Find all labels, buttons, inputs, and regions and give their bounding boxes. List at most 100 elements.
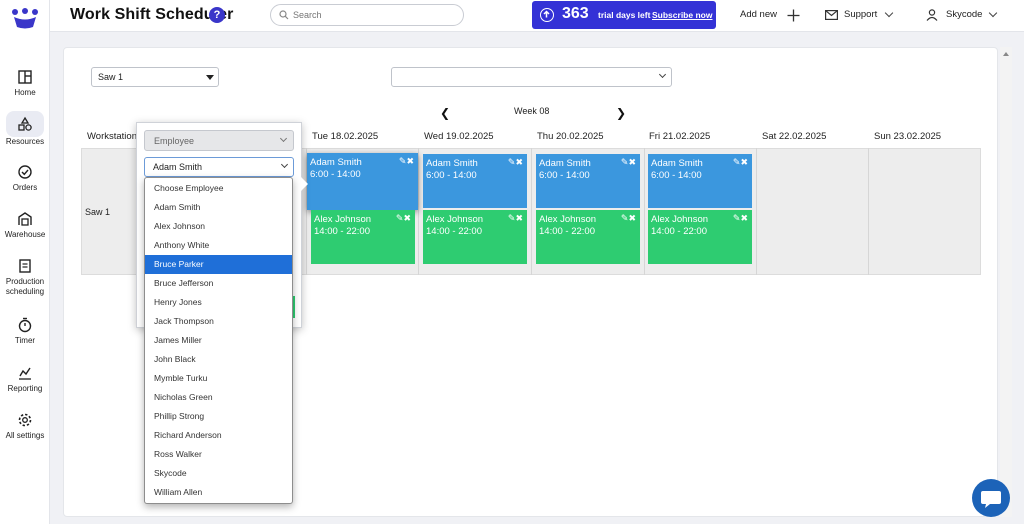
check-circle-icon — [18, 165, 32, 179]
dropdown-option[interactable]: Alex Johnson — [145, 217, 292, 236]
topbar: Work Shift Scheduler ? 363 trial days le… — [50, 0, 1024, 32]
document-icon — [19, 259, 31, 273]
edit-delete-icon[interactable]: ✎✖ — [396, 213, 411, 224]
grid-divider — [756, 148, 757, 275]
shift-card[interactable]: Alex Johnson 14:00 - 22:00 ✎✖ — [423, 210, 527, 264]
trial-banner[interactable]: 363 trial days left Subscribe now — [532, 1, 716, 29]
trial-days-text: trial days left — [598, 10, 651, 20]
scrollbar[interactable] — [1000, 47, 1012, 517]
sidebar-item-reporting[interactable]: Reporting — [0, 362, 50, 394]
column-header-day: Wed 19.02.2025 — [424, 131, 494, 142]
chevron-down-icon[interactable] — [988, 8, 998, 18]
dropdown-option-highlighted[interactable]: Bruce Parker — [145, 255, 292, 274]
search-icon — [279, 10, 289, 20]
grid-divider — [418, 148, 419, 275]
sidebar-item-home[interactable]: Home — [0, 66, 50, 98]
next-week-button[interactable]: ❯ — [616, 106, 626, 120]
employee-select[interactable]: Adam Smith — [144, 157, 294, 177]
support-menu[interactable]: Support — [844, 9, 877, 20]
sidebar-item-label: Resources — [5, 137, 45, 146]
edit-delete-icon[interactable]: ✎✖ — [733, 213, 748, 224]
chat-button[interactable] — [972, 479, 1010, 517]
resource-type-select[interactable]: Employee — [144, 130, 294, 151]
sidebar-item-label: Timer — [14, 336, 36, 345]
employee-dropdown: Choose Employee Adam Smith Alex Johnson … — [144, 177, 293, 504]
dropdown-option[interactable]: Adam Smith — [145, 198, 292, 217]
shift-time: 14:00 - 22:00 — [539, 226, 595, 237]
shift-time: 14:00 - 22:00 — [426, 226, 482, 237]
trial-days-count: 363 — [562, 5, 589, 22]
dropdown-option[interactable]: Nicholas Green — [145, 388, 292, 407]
scroll-up-icon[interactable] — [1003, 52, 1009, 56]
edit-delete-icon[interactable]: ✎✖ — [733, 157, 748, 168]
shift-card[interactable]: Alex Johnson 14:00 - 22:00 ✎✖ — [311, 210, 415, 264]
prev-week-button[interactable]: ❮ — [440, 106, 450, 120]
sidebar-item-warehouse[interactable]: Warehouse — [0, 208, 50, 240]
shift-time: 14:00 - 22:00 — [314, 226, 370, 237]
dropdown-option[interactable]: Henry Jones — [145, 293, 292, 312]
search-input[interactable] — [293, 8, 453, 22]
dropdown-option[interactable]: Mymble Turku — [145, 369, 292, 388]
employee-select-value: Adam Smith — [153, 162, 203, 172]
column-header-day: Sun 23.02.2025 — [874, 131, 942, 142]
sidebar-item-timer[interactable]: Timer — [0, 314, 50, 346]
edit-delete-icon[interactable]: ✎✖ — [621, 213, 636, 224]
sidebar-item-label: All settings — [5, 431, 45, 440]
shift-time: 6:00 - 14:00 — [539, 170, 590, 181]
dropdown-option[interactable]: John Black — [145, 350, 292, 369]
resources-icon — [18, 116, 32, 131]
dropdown-option[interactable]: Choose Employee — [145, 179, 292, 198]
shift-card[interactable]: Adam Smith 6:00 - 14:00 ✎✖ — [536, 154, 640, 208]
caret-down-icon — [206, 75, 214, 80]
chevron-down-icon — [658, 70, 667, 79]
edit-delete-icon[interactable]: ✎✖ — [621, 157, 636, 168]
column-header-day: Fri 21.02.2025 — [649, 131, 711, 142]
sidebar-item-all-settings[interactable]: All settings — [0, 409, 50, 441]
sidebar-item-label: Home — [14, 88, 36, 97]
column-header-day: Sat 22.02.2025 — [762, 131, 827, 142]
app-logo-icon[interactable] — [11, 8, 39, 30]
timer-icon — [18, 317, 32, 333]
edit-delete-icon[interactable]: ✎✖ — [508, 157, 523, 168]
sidebar-item-production-scheduling[interactable]: Production scheduling — [0, 255, 50, 297]
subscribe-link[interactable]: Subscribe now — [652, 10, 712, 20]
user-menu[interactable]: Skycode — [946, 9, 982, 20]
dropdown-option[interactable]: William Allen — [145, 483, 292, 502]
sidebar-item-orders[interactable]: Orders — [0, 161, 50, 193]
week-label: Week 08 — [514, 106, 550, 116]
add-new-button[interactable]: Add new — [740, 9, 777, 20]
shift-card[interactable]: Alex Johnson 14:00 - 22:00 ✎✖ — [648, 210, 752, 264]
dropdown-option[interactable]: Bruce Jefferson — [145, 274, 292, 293]
shift-card[interactable]: Adam Smith 6:00 - 14:00 ✎✖ — [307, 153, 418, 210]
shift-card[interactable]: Adam Smith 6:00 - 14:00 ✎✖ — [648, 154, 752, 208]
dropdown-option[interactable]: Skycode — [145, 464, 292, 483]
chat-bubble-icon — [981, 491, 1001, 508]
search-box[interactable] — [270, 4, 464, 26]
chart-icon — [19, 367, 31, 380]
mail-icon — [825, 10, 838, 20]
sidebar-item-resources[interactable]: Resources — [0, 111, 50, 147]
secondary-select[interactable] — [391, 67, 672, 87]
grid-divider — [644, 148, 645, 275]
plus-icon[interactable] — [787, 9, 800, 22]
workstation-select[interactable]: Saw 1 — [91, 67, 219, 87]
shift-time: 6:00 - 14:00 — [426, 170, 477, 181]
sidebar-item-label: Production — [5, 277, 45, 286]
column-header-workstation: Workstation — [87, 131, 137, 142]
chevron-down-icon[interactable] — [884, 8, 894, 18]
dropdown-option[interactable]: Ross Walker — [145, 445, 292, 464]
shift-card[interactable]: Alex Johnson 14:00 - 22:00 ✎✖ — [536, 210, 640, 264]
popup-pointer — [301, 177, 308, 191]
chevron-down-icon — [280, 160, 289, 169]
dropdown-option[interactable]: James Miller — [145, 331, 292, 350]
dropdown-option[interactable]: Phillip Strong — [145, 407, 292, 426]
dropdown-option[interactable]: Anthony White — [145, 236, 292, 255]
help-icon[interactable]: ? — [209, 7, 225, 23]
edit-delete-icon[interactable]: ✎✖ — [399, 156, 414, 167]
shift-time: 14:00 - 22:00 — [651, 226, 707, 237]
dropdown-option[interactable]: Richard Anderson — [145, 426, 292, 445]
edit-delete-icon[interactable]: ✎✖ — [508, 213, 523, 224]
user-icon — [926, 9, 938, 21]
shift-card[interactable]: Adam Smith 6:00 - 14:00 ✎✖ — [423, 154, 527, 208]
dropdown-option[interactable]: Jack Thompson — [145, 312, 292, 331]
